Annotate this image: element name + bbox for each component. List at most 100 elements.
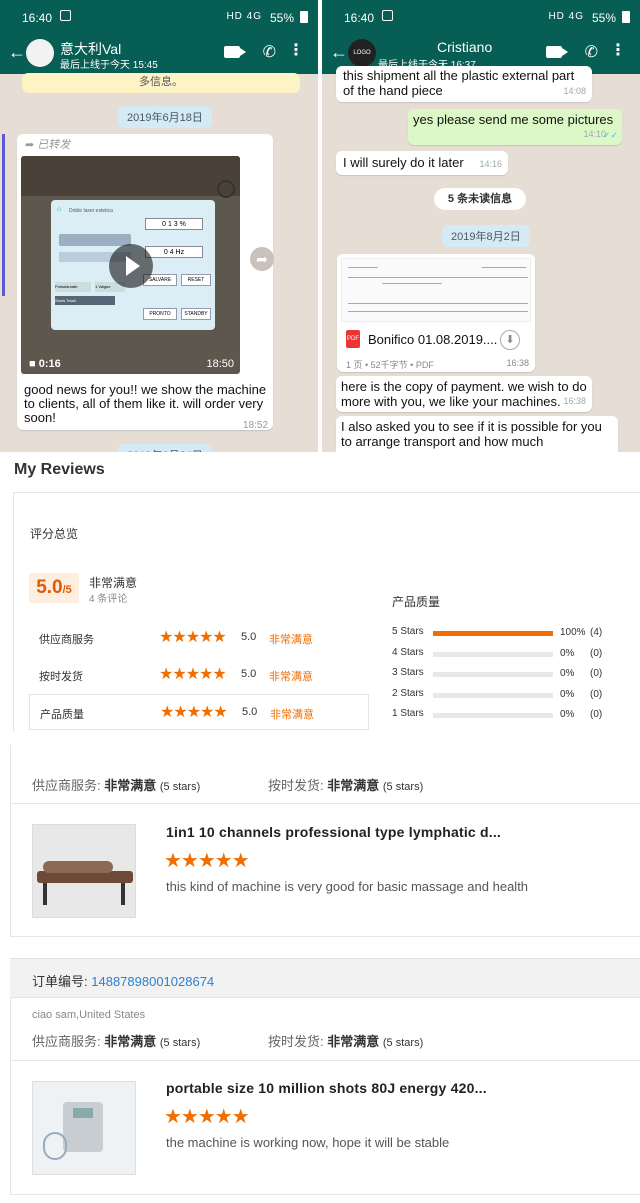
category-text: 非常满意 xyxy=(269,634,313,646)
no-symbol-icon xyxy=(217,180,235,198)
order-header: 订单编号: 14887898001028674 xyxy=(10,958,640,998)
device-screen-shape xyxy=(73,1108,93,1118)
video-call-icon[interactable] xyxy=(546,46,568,58)
pdf-preview xyxy=(341,258,531,322)
screen-tab-1: Pulsa/durate xyxy=(55,282,91,292)
incoming-message[interactable]: I will surely do it later 14:16 xyxy=(336,151,508,175)
dist-count: (0) xyxy=(590,648,603,659)
forward-icon: ➦ xyxy=(25,139,38,151)
review-comment: this kind of machine is very good for ba… xyxy=(166,879,529,894)
distribution-row: 5 Stars 100% (4) xyxy=(392,626,632,640)
category-label: 按时发货 xyxy=(39,671,83,683)
phone-call-icon[interactable]: ✆ xyxy=(263,42,276,62)
pdf-document-message[interactable]: PDF Bonifico 01.08.2019.... ⬇ 1 页 • 52千字… xyxy=(337,254,535,372)
video-time: 18:50 xyxy=(206,358,234,370)
forwarded-label: ➦ 已转发 xyxy=(25,139,71,151)
video-background xyxy=(21,156,240,196)
outgoing-message[interactable]: yes please send me some pictures 14:10 ✓… xyxy=(408,109,622,145)
order-number-link[interactable]: 14887898001028674 xyxy=(91,974,214,989)
product-image[interactable] xyxy=(32,824,136,918)
document-meta: 1 页 • 52千字节 • PDF xyxy=(346,360,434,370)
dist-percent: 100% xyxy=(560,627,586,638)
category-row[interactable]: 按时发货 ★★★★★ 5.0 非常满意 xyxy=(29,657,369,693)
category-row-selected[interactable]: 产品质量 ★★★★★ 5.0 非常满意 xyxy=(29,694,369,730)
document-time: 16:38 xyxy=(506,358,529,368)
video-thumbnail[interactable]: ⌂ Doble laser estetica 0 1 3 % 0 4 Hz Pu… xyxy=(21,156,240,374)
service-rating-stars: (5 stars) xyxy=(159,781,201,793)
right-chat-screenshot: 16:40 HD 4G 55% ← LOGO Cristiano 最后上线于今天… xyxy=(322,0,640,452)
dist-percent: 0% xyxy=(560,709,575,720)
image-notification-icon xyxy=(382,10,393,21)
star-rating-icon: ★★★★★ xyxy=(164,850,250,872)
dist-count: (0) xyxy=(590,689,603,700)
unread-count-pill: 5 条未读信息 xyxy=(434,188,526,210)
distribution-row: 1 Stars 0% (0) xyxy=(392,708,632,722)
dist-label: 2 Stars xyxy=(392,688,424,699)
dist-count: (0) xyxy=(590,709,603,720)
screen-value-1: 0 1 3 % xyxy=(145,218,203,230)
back-arrow-icon[interactable]: ← xyxy=(8,42,26,63)
distribution-row: 3 Stars 0% (0) xyxy=(392,667,632,681)
incoming-message[interactable]: this shipment all the plastic external p… xyxy=(336,66,592,102)
preview-line xyxy=(482,267,526,268)
status-time: 16:40 xyxy=(344,11,375,25)
dist-track xyxy=(433,652,553,657)
more-options-icon[interactable]: ⋮ xyxy=(288,40,304,60)
product-title[interactable]: portable size 10 million shots 80J energ… xyxy=(166,1080,487,1096)
quality-title: 产品质量 xyxy=(392,595,441,609)
product-image[interactable] xyxy=(32,1081,136,1175)
category-row[interactable]: 供应商服务 ★★★★★ 5.0 非常满意 xyxy=(29,620,369,656)
screen-bar xyxy=(59,234,131,246)
reviewer-name: ciao sam,United States xyxy=(32,1009,146,1021)
preview-line xyxy=(348,311,528,312)
category-value: 5.0 xyxy=(241,631,257,643)
dist-count: (0) xyxy=(590,668,603,679)
dist-track xyxy=(433,631,553,636)
message-text: this shipment all the plastic external p… xyxy=(343,68,575,98)
distribution-row: 2 Stars 0% (0) xyxy=(392,688,632,702)
category-value: 5.0 xyxy=(241,668,257,680)
order-number-label: 订单编号: 14887898001028674 xyxy=(32,974,215,989)
divider xyxy=(10,803,640,804)
more-options-icon[interactable]: ⋮ xyxy=(610,40,626,60)
dist-track xyxy=(433,672,553,677)
review-count: 4 条评论 xyxy=(89,594,128,605)
star-rating-icon: ★★★★★ xyxy=(159,666,227,683)
incoming-message[interactable]: here is the copy of payment. we wish to … xyxy=(336,376,592,412)
phone-call-icon[interactable]: ✆ xyxy=(585,42,598,62)
dist-percent: 0% xyxy=(560,648,575,659)
battery-level: 55% xyxy=(269,11,294,25)
bed-leg-shape xyxy=(43,883,47,905)
star-rating-icon: ★★★★★ xyxy=(159,629,227,646)
category-value: 5.0 xyxy=(242,706,258,718)
notification-icon xyxy=(60,10,71,21)
shipping-rating-value: 非常满意 xyxy=(327,1034,380,1049)
service-rating-value: 非常满意 xyxy=(104,778,157,793)
shipping-rating-stars: (5 stars) xyxy=(382,781,424,793)
battery-icon xyxy=(300,11,308,23)
category-text: 非常满意 xyxy=(270,709,314,721)
video-duration: ■ 0:16 xyxy=(29,358,61,370)
shipping-rating-stars: (5 stars) xyxy=(382,1037,424,1049)
download-icon[interactable]: ⬇ xyxy=(500,330,520,350)
message-text: yes please send me some pictures xyxy=(413,112,614,127)
shipping-rating-line: 按时发货: 非常满意 (5 stars) xyxy=(268,778,424,793)
network-indicator: HD 4G xyxy=(548,11,584,22)
dist-percent: 0% xyxy=(560,689,575,700)
service-rating-line: 供应商服务: 非常满意 (5 stars) xyxy=(32,1034,201,1049)
service-rating-line: 供应商服务: 非常满意 (5 stars) xyxy=(32,778,201,793)
star-rating-icon: ★★★★★ xyxy=(160,704,228,721)
category-label: 产品质量 xyxy=(40,709,84,721)
back-arrow-icon[interactable]: ← xyxy=(330,42,348,63)
avatar[interactable]: LOGO xyxy=(348,39,376,67)
forward-share-icon[interactable]: ➦ xyxy=(250,247,274,271)
video-camera-icon: ■ xyxy=(29,358,39,370)
preview-line xyxy=(348,267,378,268)
video-call-icon[interactable] xyxy=(224,46,246,58)
product-title[interactable]: 1in1 10 channels professional type lymph… xyxy=(166,824,501,840)
screen-value-2: 0 4 Hz xyxy=(145,246,203,258)
incoming-message[interactable]: I also asked you to see if it is possibl… xyxy=(336,416,618,452)
play-icon[interactable] xyxy=(109,244,153,288)
avatar[interactable] xyxy=(26,39,54,67)
contact-name[interactable]: Cristiano xyxy=(437,39,492,55)
